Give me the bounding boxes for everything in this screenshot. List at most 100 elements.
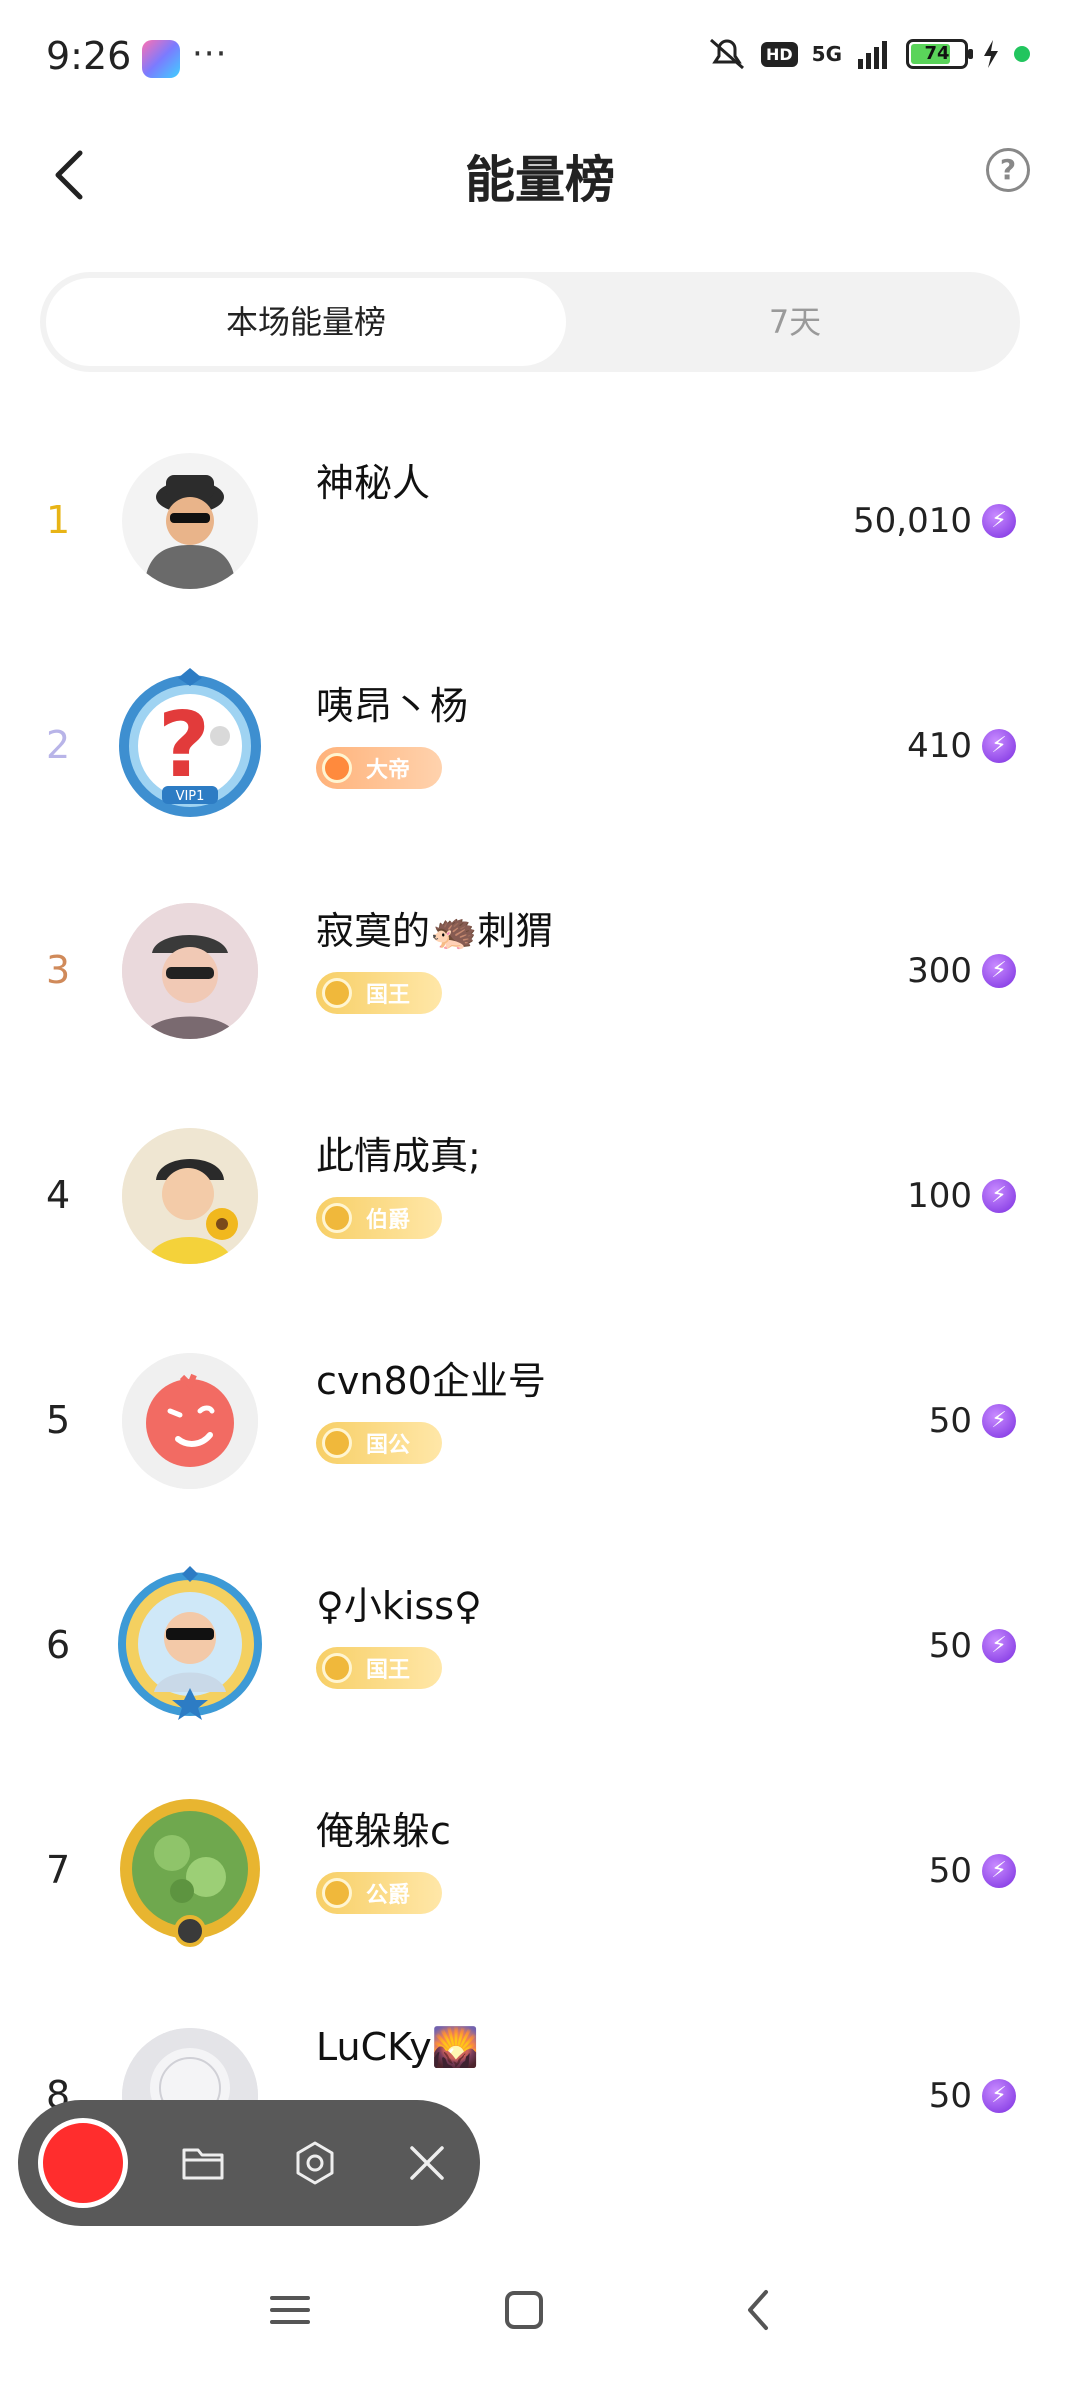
settings-icon[interactable] bbox=[290, 2138, 340, 2188]
system-nav-bar bbox=[0, 2240, 1080, 2400]
ranking-row[interactable]: 4 此情成真; 伯爵 100 bbox=[0, 1083, 1080, 1308]
user-name: 俺躲躲c bbox=[316, 1809, 451, 1853]
folder-icon[interactable] bbox=[178, 2138, 228, 2188]
medal-icon bbox=[322, 1203, 352, 1233]
level-badge: 公爵 bbox=[316, 1872, 442, 1914]
energy-icon bbox=[982, 1178, 1016, 1213]
avatar[interactable] bbox=[122, 1128, 258, 1264]
medal-icon bbox=[322, 1878, 352, 1908]
user-name: 寂寞的🦔刺猬 bbox=[316, 909, 554, 953]
energy-value: 300 bbox=[907, 950, 972, 991]
energy-value: 50 bbox=[928, 1625, 972, 1666]
energy-icon bbox=[982, 503, 1016, 538]
ranking-row[interactable]: 2 ? VIP1 咦昂丶杨 大帝 410 bbox=[0, 633, 1080, 858]
energy-value: 50 bbox=[928, 2075, 972, 2116]
mute-icon bbox=[709, 38, 744, 70]
battery-icon: 74 bbox=[906, 39, 973, 69]
rank-number: 7 bbox=[46, 1848, 71, 1892]
user-name: 咦昂丶杨 bbox=[316, 684, 469, 728]
user-name: 此情成真; bbox=[316, 1134, 481, 1178]
energy-score: 50 bbox=[929, 1308, 1016, 1533]
rank-number: 5 bbox=[46, 1398, 71, 1442]
energy-score: 300 bbox=[907, 858, 1016, 1083]
ranking-row[interactable]: 5 cvn80企业号 国公 50 bbox=[0, 1308, 1080, 1533]
avatar[interactable] bbox=[122, 453, 258, 589]
level-badge: 伯爵 bbox=[316, 1197, 442, 1239]
ranking-row[interactable]: 3 寂寞的🦔刺猬 国王 300 bbox=[0, 858, 1080, 1083]
energy-icon bbox=[982, 1403, 1016, 1438]
user-name: LuCKy🌄 bbox=[316, 2025, 480, 2069]
close-icon[interactable] bbox=[402, 2138, 452, 2188]
energy-icon bbox=[982, 2078, 1016, 2113]
ranking-row[interactable]: 6 ♀小kiss♀ 国王 50 bbox=[0, 1533, 1080, 1758]
rank-number: 1 bbox=[46, 498, 71, 542]
medal-icon bbox=[322, 753, 352, 783]
energy-score: 50 bbox=[929, 1983, 1016, 2208]
medal-icon bbox=[322, 1428, 352, 1458]
badge-label: 大帝 bbox=[366, 758, 411, 783]
energy-score: 100 bbox=[907, 1083, 1016, 1308]
user-name: cvn80企业号 bbox=[316, 1359, 546, 1403]
avatar[interactable]: ? VIP1 bbox=[112, 666, 268, 822]
avatar[interactable] bbox=[112, 1791, 268, 1947]
user-name: 神秘人 bbox=[316, 461, 431, 505]
energy-value: 50,010 bbox=[853, 500, 972, 541]
rank-number: 6 bbox=[46, 1623, 71, 1667]
badge-label: 公爵 bbox=[366, 1883, 411, 1908]
badge-label: 国王 bbox=[366, 983, 411, 1008]
network-type: 5G bbox=[811, 42, 842, 66]
avatar[interactable] bbox=[112, 1566, 268, 1722]
energy-score: 50,010 bbox=[853, 408, 1016, 633]
user-name: ♀小kiss♀ bbox=[316, 1584, 482, 1628]
game-app-icon bbox=[142, 40, 180, 78]
badge-label: 国公 bbox=[366, 1433, 411, 1458]
energy-score: 410 bbox=[907, 633, 1016, 858]
svg-text:?: ? bbox=[158, 693, 210, 798]
energy-icon bbox=[982, 953, 1016, 988]
page-title: 能量榜 bbox=[465, 151, 615, 209]
energy-value: 50 bbox=[928, 1850, 972, 1891]
energy-icon bbox=[982, 728, 1016, 763]
rank-number: 2 bbox=[46, 723, 71, 767]
rank-number: 4 bbox=[46, 1173, 71, 1217]
tab-current-session[interactable]: 本场能量榜 bbox=[46, 278, 566, 366]
energy-value: 100 bbox=[907, 1175, 972, 1216]
tab-7-days[interactable]: 7天 bbox=[580, 278, 1010, 366]
status-time: 9:26 bbox=[46, 34, 132, 78]
charging-icon bbox=[984, 40, 998, 68]
record-button[interactable] bbox=[38, 2118, 128, 2208]
rank-number: 3 bbox=[46, 948, 71, 992]
badge-label: 国王 bbox=[366, 1658, 411, 1683]
signal-icon bbox=[858, 41, 887, 69]
level-badge: 大帝 bbox=[316, 747, 442, 789]
avatar[interactable] bbox=[122, 1353, 258, 1489]
energy-icon bbox=[982, 1853, 1016, 1888]
level-badge: 国王 bbox=[316, 972, 442, 1014]
status-bar: 9:26 ··· HD 5G 74 bbox=[0, 0, 1080, 120]
help-icon[interactable]: ? bbox=[986, 148, 1030, 192]
nav-back-icon[interactable] bbox=[730, 2280, 790, 2340]
tab-bar: 本场能量榜 7天 bbox=[40, 272, 1020, 372]
hd-icon: HD bbox=[760, 41, 798, 67]
avatar[interactable] bbox=[122, 903, 258, 1039]
more-notifications-icon: ··· bbox=[192, 34, 228, 74]
energy-icon bbox=[982, 1628, 1016, 1663]
energy-value: 410 bbox=[907, 725, 972, 766]
battery-level: 74 bbox=[924, 43, 950, 64]
svg-text:VIP1: VIP1 bbox=[176, 789, 205, 804]
medal-icon bbox=[322, 1653, 352, 1683]
level-badge: 国王 bbox=[316, 1647, 442, 1689]
medal-icon bbox=[322, 978, 352, 1008]
ranking-row[interactable]: 1 神秘人 50,010 bbox=[0, 408, 1080, 633]
home-icon[interactable] bbox=[494, 2280, 554, 2340]
header: 能量榜 ? bbox=[0, 120, 1080, 230]
menu-icon[interactable] bbox=[260, 2280, 320, 2340]
ranking-row[interactable]: 7 俺躲躲c 公爵 50 bbox=[0, 1758, 1080, 1983]
level-badge: 国公 bbox=[316, 1422, 442, 1464]
privacy-indicator-dot bbox=[1014, 46, 1030, 62]
energy-score: 50 bbox=[929, 1758, 1016, 1983]
badge-label: 伯爵 bbox=[366, 1208, 411, 1233]
energy-score: 50 bbox=[929, 1533, 1016, 1758]
screen-recorder-toolbar bbox=[18, 2100, 480, 2226]
energy-value: 50 bbox=[928, 1400, 972, 1441]
